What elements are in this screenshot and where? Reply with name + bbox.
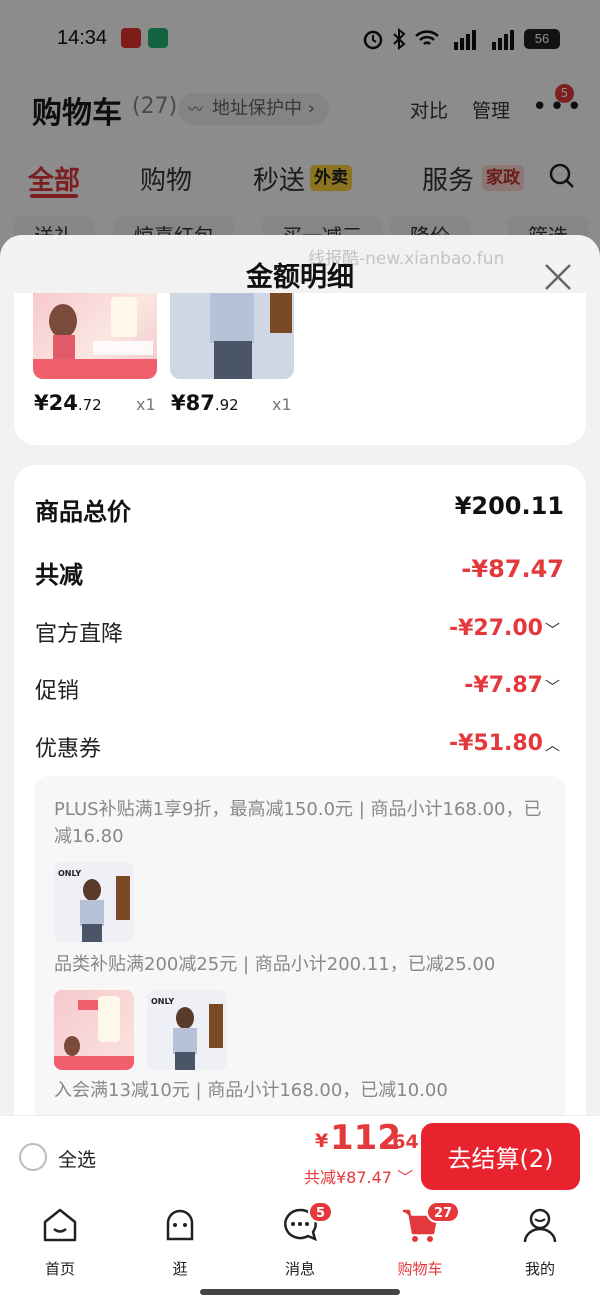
- nav-label: 首页: [44, 1260, 75, 1278]
- nav-label: 逛: [172, 1260, 188, 1278]
- coupon-desc: 品类补贴满200减25元 | 商品小计200.11，已减25.00: [54, 954, 496, 975]
- discount-label: 共减: [35, 561, 83, 589]
- select-all-checkbox[interactable]: [19, 1143, 47, 1171]
- coupon-product-thumb: [54, 990, 134, 1070]
- official-drop-value: -¥27.00: [448, 616, 543, 641]
- checkout-button[interactable]: 去结算(2): [421, 1123, 580, 1190]
- select-all-label[interactable]: 全选: [58, 1145, 96, 1172]
- nav-me[interactable]: 我的: [500, 1205, 580, 1281]
- saved-amount-toggle[interactable]: 共减¥87.47 ﹀: [304, 1164, 413, 1188]
- total-value: ¥200.11: [454, 492, 564, 520]
- chevron-down-icon: ﹀: [544, 678, 560, 696]
- coupon-product-thumb: ONLY: [147, 990, 227, 1070]
- coupon-product-thumb: ONLY: [54, 862, 134, 942]
- svg-text:ONLY: ONLY: [151, 997, 174, 1006]
- product-image-shower-gel: [54, 996, 134, 1070]
- home-icon: [43, 1208, 77, 1242]
- nav-browse[interactable]: 逛: [140, 1205, 220, 1281]
- svg-text:ONLY: ONLY: [58, 869, 81, 878]
- promo-value: -¥7.87: [464, 673, 543, 698]
- saved-amount: 共减¥87.47: [304, 1168, 392, 1187]
- product-image-top: [210, 293, 292, 379]
- promo-label: 促销: [35, 679, 80, 704]
- nav-label: 购物车: [397, 1260, 443, 1278]
- official-drop-label: 官方直降: [35, 622, 124, 647]
- user-icon: [523, 1208, 557, 1243]
- official-drop-row[interactable]: -¥27.00 ﹀: [449, 616, 560, 641]
- cart-badge: 27: [426, 1201, 461, 1223]
- chevron-down-icon: ﹀: [544, 621, 560, 639]
- coupon-value: -¥51.80: [448, 731, 543, 756]
- coupon-desc: PLUS补贴满1享9折，最高减150.0元 | 商品小计168.00，已减16.…: [54, 799, 542, 847]
- nav-messages[interactable]: 5 消息: [260, 1201, 340, 1281]
- close-icon[interactable]: [542, 261, 574, 293]
- home-indicator[interactable]: [200, 1289, 400, 1295]
- promo-row[interactable]: -¥7.87 ﹀: [464, 673, 560, 698]
- total-currency: ¥: [315, 1130, 329, 1152]
- product-image-top: ONLY: [151, 997, 223, 1070]
- product-qty: x1: [136, 395, 156, 414]
- nav-cart[interactable]: 27 购物车: [380, 1201, 461, 1281]
- coupon-detail-box: PLUS补贴满1享9折，最高减150.0元 | 商品小计168.00，已减16.…: [34, 776, 566, 1115]
- product-image[interactable]: [170, 293, 294, 379]
- chevron-down-icon: ﹀: [397, 1168, 414, 1187]
- product-image-top: ONLY: [58, 869, 130, 942]
- nav-home[interactable]: 首页: [20, 1205, 100, 1281]
- product-qty: x1: [272, 395, 292, 414]
- total-label: 商品总价: [35, 498, 131, 526]
- browse-icon: [166, 1209, 194, 1241]
- coupon-desc: 入会满13减10元 | 商品小计168.00，已减10.00: [54, 1080, 448, 1101]
- checkout-bar: 全选 ¥ 112 .64 共减¥87.47 ﹀ 去结算(2): [0, 1115, 600, 1197]
- sheet-title: 金额明细: [246, 262, 354, 293]
- products-card: ¥24.72 x1 ¥87.92 x1: [14, 293, 586, 445]
- coupon-row[interactable]: -¥51.80 ︿: [449, 731, 560, 756]
- chevron-up-icon: ︿: [544, 736, 560, 754]
- nav-label: 消息: [284, 1260, 315, 1278]
- coupon-label: 优惠券: [35, 737, 102, 762]
- bottom-nav: 首页 逛 5 消息 27 购物车 我的: [0, 1197, 600, 1307]
- product-image[interactable]: [33, 293, 157, 379]
- product-image-shower-gel: [33, 297, 157, 379]
- discount-value: -¥87.47: [461, 555, 564, 583]
- nav-label: 我的: [524, 1260, 555, 1278]
- product-price: ¥24.72: [34, 391, 102, 415]
- amount-detail-sheet: 线报酷-new.xianbao.fun 金额明细 ¥24.72 x1 ¥87.9…: [0, 235, 600, 1115]
- product-price: ¥87.92: [171, 391, 239, 415]
- total-amount-dec: .64: [385, 1131, 419, 1153]
- price-detail-card: 商品总价 ¥200.11 共减 -¥87.47 官方直降 -¥27.00 ﹀ 促销…: [14, 465, 586, 1115]
- messages-badge: 5: [308, 1201, 334, 1223]
